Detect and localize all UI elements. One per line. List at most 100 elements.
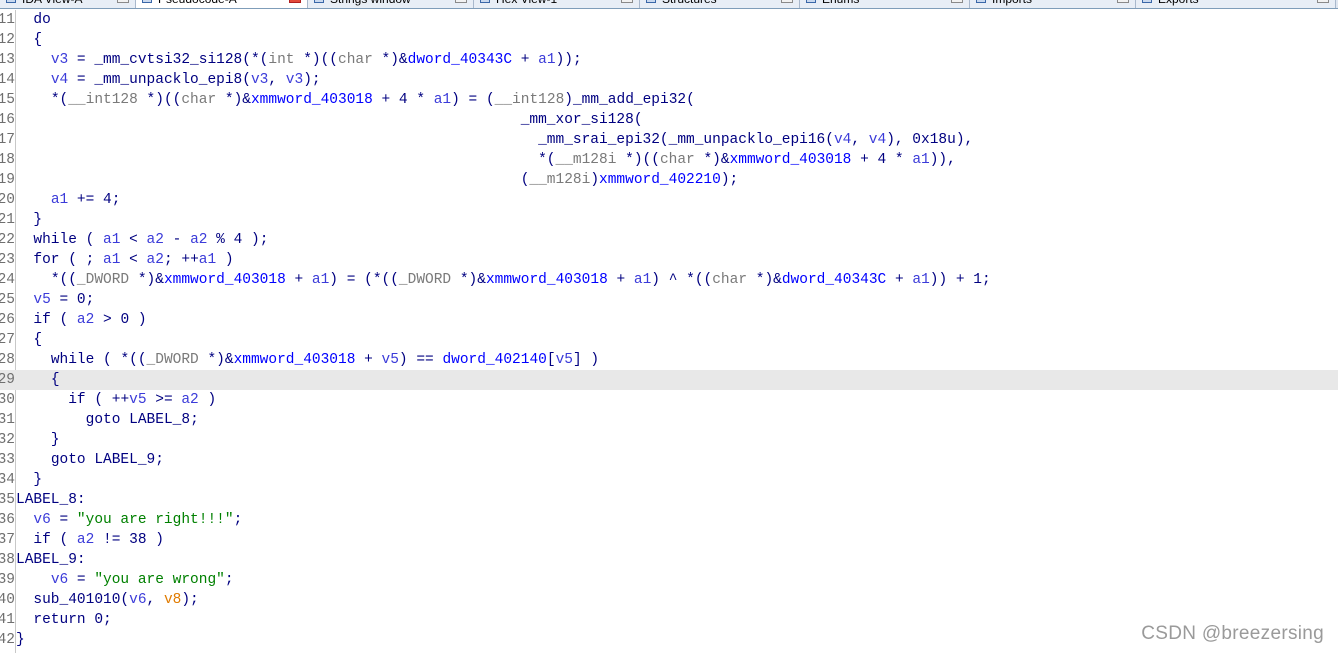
- line-number: 16: [0, 112, 15, 128]
- watermark: CSDN @breezersing: [1141, 623, 1324, 644]
- code-text: while ( *((_DWORD *)&xmmword_403018 + v5…: [50, 352, 600, 368]
- line-number: 25: [0, 292, 15, 308]
- exports-icon: [1142, 0, 1152, 3]
- code-line[interactable]: 30 if ( ++v5 >= a2 ): [0, 390, 1338, 410]
- enums-icon: [806, 0, 816, 3]
- pseudocode-view[interactable]: 11 do 12 {13 v3 = _mm_cvtsi32_si128(*(int…: [0, 10, 1338, 650]
- tab-label: Imports: [992, 0, 1032, 6]
- line-number: 15: [0, 92, 15, 108]
- line-number: 38: [0, 552, 15, 568]
- code-line[interactable]: 25 v5 = 0;: [0, 290, 1338, 310]
- code-line[interactable]: 21 }: [0, 210, 1338, 230]
- code-line[interactable]: 14 v4 = _mm_unpacklo_epi8(v3, v3);: [0, 70, 1338, 90]
- code-text: _mm_xor_si128(: [520, 112, 643, 128]
- code-text: a1 += 4;: [50, 192, 121, 208]
- code-text: {: [33, 32, 43, 48]
- code-line[interactable]: 40 sub_401010(v6, v8);: [0, 590, 1338, 610]
- line-number: 14: [0, 72, 15, 88]
- code-text: if ( a2 > 0 ): [33, 312, 147, 328]
- tab-exports[interactable]: Exports: [1136, 0, 1336, 8]
- code-line[interactable]: 17 _mm_srai_epi32(_mm_unpacklo_epi16(v4,…: [0, 130, 1338, 150]
- code-text: v6 = "you are right!!!";: [33, 512, 243, 528]
- code-line[interactable]: 41 return 0;: [0, 610, 1338, 630]
- close-tab-icon[interactable]: [117, 0, 129, 3]
- code-line[interactable]: 34 }: [0, 470, 1338, 490]
- code-line[interactable]: 37 if ( a2 != 38 ): [0, 530, 1338, 550]
- code-text: *((_DWORD *)&xmmword_403018 + a1) = (*((…: [50, 272, 991, 288]
- line-number: 37: [0, 532, 15, 548]
- pseudocode-icon: [142, 0, 152, 3]
- code-line[interactable]: 20 a1 += 4;: [0, 190, 1338, 210]
- code-line[interactable]: 29 {: [0, 370, 1338, 390]
- line-number: 28: [0, 352, 15, 368]
- line-number: 12: [0, 32, 15, 48]
- close-tab-icon[interactable]: [621, 0, 633, 3]
- code-line[interactable]: 32 }: [0, 430, 1338, 450]
- tab-label: Structures: [662, 0, 717, 6]
- code-line[interactable]: 39 v6 = "you are wrong";: [0, 570, 1338, 590]
- close-tab-icon[interactable]: [951, 0, 963, 3]
- line-number: 34: [0, 472, 15, 488]
- tab-label: IDA View-A: [22, 0, 82, 6]
- code-line[interactable]: 38 LABEL_9:: [0, 550, 1338, 570]
- close-tab-icon[interactable]: [781, 0, 793, 3]
- tab-structures[interactable]: Structures: [640, 0, 800, 8]
- code-text: v4 = _mm_unpacklo_epi8(v3, v3);: [50, 72, 321, 88]
- code-text: (__m128i)xmmword_402210);: [520, 172, 739, 188]
- close-tab-icon[interactable]: [289, 0, 301, 3]
- code-text: }: [16, 632, 25, 648]
- code-line[interactable]: 23 for ( ; a1 < a2; ++a1 ): [0, 250, 1338, 270]
- line-number: 11: [0, 12, 15, 28]
- line-number: 21: [0, 212, 15, 228]
- code-text: if ( ++v5 >= a2 ): [68, 392, 217, 408]
- code-line[interactable]: 26 if ( a2 > 0 ): [0, 310, 1338, 330]
- code-text: return 0;: [33, 612, 112, 628]
- ida-view-icon: [6, 0, 16, 3]
- strings-icon: [314, 0, 324, 3]
- code-line[interactable]: 33 goto LABEL_9;: [0, 450, 1338, 470]
- close-tab-icon[interactable]: [1117, 0, 1129, 3]
- code-line[interactable]: 35 LABEL_8:: [0, 490, 1338, 510]
- code-text: for ( ; a1 < a2; ++a1 ): [33, 252, 234, 268]
- code-text: goto LABEL_9;: [50, 452, 164, 468]
- line-number: 35: [0, 492, 15, 508]
- code-line[interactable]: 24 *((_DWORD *)&xmmword_403018 + a1) = (…: [0, 270, 1338, 290]
- code-line[interactable]: 18 *(__m128i *)((char *)&xmmword_403018 …: [0, 150, 1338, 170]
- line-number: 24: [0, 272, 15, 288]
- code-line[interactable]: 27 {: [0, 330, 1338, 350]
- line-number: 13: [0, 52, 15, 68]
- code-text: goto LABEL_8;: [85, 412, 199, 428]
- code-line[interactable]: 36 v6 = "you are right!!!";: [0, 510, 1338, 530]
- code-line[interactable]: 16 _mm_xor_si128(: [0, 110, 1338, 130]
- line-number: 26: [0, 312, 15, 328]
- code-line[interactable]: 31 goto LABEL_8;: [0, 410, 1338, 430]
- code-line[interactable]: 15 *(__int128 *)((char *)&xmmword_403018…: [0, 90, 1338, 110]
- code-line[interactable]: 19 (__m128i)xmmword_402210);: [0, 170, 1338, 190]
- code-text: *(__int128 *)((char *)&xmmword_403018 + …: [50, 92, 695, 108]
- tab-pseudocode-a[interactable]: Pseudocode-A: [136, 0, 308, 8]
- code-text: }: [33, 472, 43, 488]
- code-line[interactable]: 12 {: [0, 30, 1338, 50]
- code-text: v5 = 0;: [33, 292, 95, 308]
- tab-label: Strings window: [330, 0, 411, 6]
- line-number: 18: [0, 152, 15, 168]
- code-text: while ( a1 < a2 - a2 % 4 );: [33, 232, 269, 248]
- tab-strings-window[interactable]: Strings window: [308, 0, 474, 8]
- code-line[interactable]: 22 while ( a1 < a2 - a2 % 4 );: [0, 230, 1338, 250]
- tab-imports[interactable]: Imports: [970, 0, 1136, 8]
- line-number: 33: [0, 452, 15, 468]
- close-tab-icon[interactable]: [1317, 0, 1329, 3]
- code-line[interactable]: 42}: [0, 630, 1338, 650]
- line-number: 19: [0, 172, 15, 188]
- line-number: 42: [0, 632, 15, 648]
- code-line[interactable]: 28 while ( *((_DWORD *)&xmmword_403018 +…: [0, 350, 1338, 370]
- tab-hex-view-1[interactable]: Hex View-1: [474, 0, 640, 8]
- close-tab-icon[interactable]: [455, 0, 467, 3]
- code-line[interactable]: 13 v3 = _mm_cvtsi32_si128(*(int *)((char…: [0, 50, 1338, 70]
- code-text: sub_401010(v6, v8);: [33, 592, 199, 608]
- hex-view-icon: [480, 0, 490, 3]
- tab-ida-view-a[interactable]: IDA View-A: [0, 0, 136, 8]
- line-number: 27: [0, 332, 15, 348]
- code-line[interactable]: 11 do: [0, 10, 1338, 30]
- tab-enums[interactable]: Enums: [800, 0, 970, 8]
